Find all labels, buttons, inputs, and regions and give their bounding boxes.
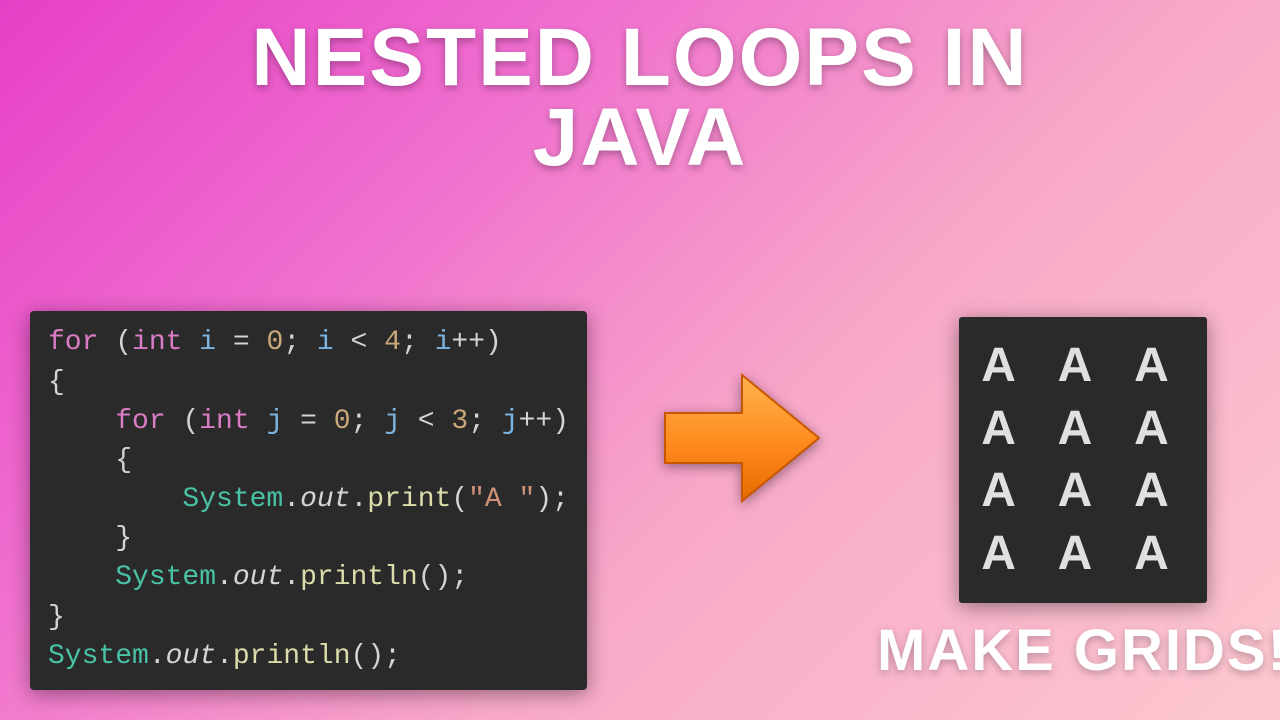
output-row-4: A A A <box>981 527 1185 580</box>
output-row-2: A A A <box>981 402 1185 455</box>
kw-for-outer: for <box>48 327 98 358</box>
title-line-2: JAVA <box>533 92 748 183</box>
output-row-3: A A A <box>981 464 1185 517</box>
main-title: NESTED LOOPS IN JAVA <box>0 0 1280 179</box>
arrow-right-icon <box>657 363 827 518</box>
output-grid: A A A A A A A A A A A A <box>959 317 1207 603</box>
output-column: A A A A A A A A A A A A MAKE GRIDS! <box>877 317 1280 684</box>
code-snippet: for (int i = 0; i < 4; i++) { for (int j… <box>30 311 587 690</box>
subtitle: MAKE GRIDS! <box>877 617 1280 684</box>
title-line-1: NESTED LOOPS IN <box>251 12 1028 103</box>
content-row: for (int i = 0; i < 4; i++) { for (int j… <box>30 311 1250 690</box>
output-row-1: A A A <box>981 339 1185 392</box>
kw-for-inner: for <box>115 406 165 437</box>
